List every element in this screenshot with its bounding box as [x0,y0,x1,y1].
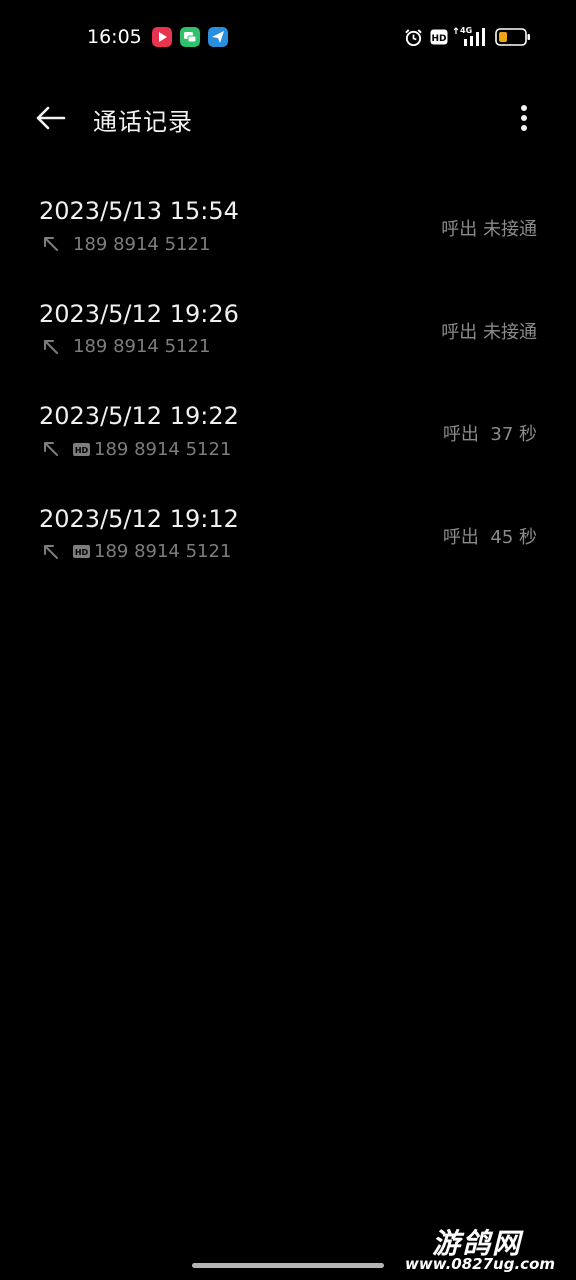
svg-text:HD: HD [431,34,446,44]
hd-voice-icon: HD [430,29,448,45]
call-datetime: 2023/5/12 19:26 [39,299,239,328]
phone-number: 189 8914 5121 [73,233,211,255]
outgoing-call-icon [44,442,58,456]
call-datetime: 2023/5/12 19:12 [39,504,239,533]
back-arrow-icon[interactable] [30,98,70,138]
call-status: 呼出 45 秒 [442,526,537,548]
phone-number: 189 8914 5121 [73,336,211,357]
top-app-bar: 通话记录 [0,82,576,154]
battery-icon [495,28,530,46]
home-gesture-bar[interactable] [192,1263,384,1268]
call-status: 呼出 未接通 [441,321,537,343]
more-options-icon[interactable] [510,98,538,138]
page-title: 通话记录 [93,108,193,136]
call-history-list: 2023/5/13 15:54 189 8914 5121 呼出 未接通 202… [0,180,576,590]
chat-app-icon [180,27,200,47]
svg-text:HD: HD [75,446,89,455]
call-status: 呼出 37 秒 [442,424,537,445]
hd-call-icon: HD [73,442,90,456]
call-status: 呼出 未接通 [441,219,537,240]
video-app-icon [152,27,172,47]
outgoing-call-icon [44,339,58,354]
status-bar: 16:05 HD 4G [0,0,576,74]
signal-strength-icon: 4G [454,26,485,46]
outgoing-call-icon [44,237,58,251]
call-datetime: 2023/5/13 15:54 [39,197,239,225]
call-details: 189 8914 5121 [42,336,210,358]
call-history-item[interactable]: 2023/5/13 15:54 189 8914 5121 呼出 未接通 [0,180,576,283]
call-history-item[interactable]: 2023/5/12 19:26 189 8914 5121 呼出 未接通 [0,283,576,386]
hd-call-icon: HD [73,545,90,558]
phone-number: 189 8914 5121 [94,541,232,562]
alarm-icon [405,29,422,47]
status-time: 16:05 [87,26,142,48]
call-details: 189 8914 5121 [42,233,210,255]
outgoing-call-icon [44,544,58,559]
call-details: HD 189 8914 5121 [42,438,231,460]
svg-text:HD: HD [75,548,89,557]
paper-plane-app-icon [208,27,228,47]
watermark-url: www.0827ug.com [405,1255,555,1273]
call-history-item[interactable]: 2023/5/12 19:12 HD 189 8914 5121 呼出 45 秒 [0,488,576,591]
call-datetime: 2023/5/12 19:22 [39,402,239,430]
phone-number: 189 8914 5121 [94,438,232,460]
svg-text:4G: 4G [460,26,472,35]
call-history-item[interactable]: 2023/5/12 19:22 HD 189 8914 5121 呼出 37 秒 [0,385,576,488]
call-details: HD 189 8914 5121 [42,541,231,563]
